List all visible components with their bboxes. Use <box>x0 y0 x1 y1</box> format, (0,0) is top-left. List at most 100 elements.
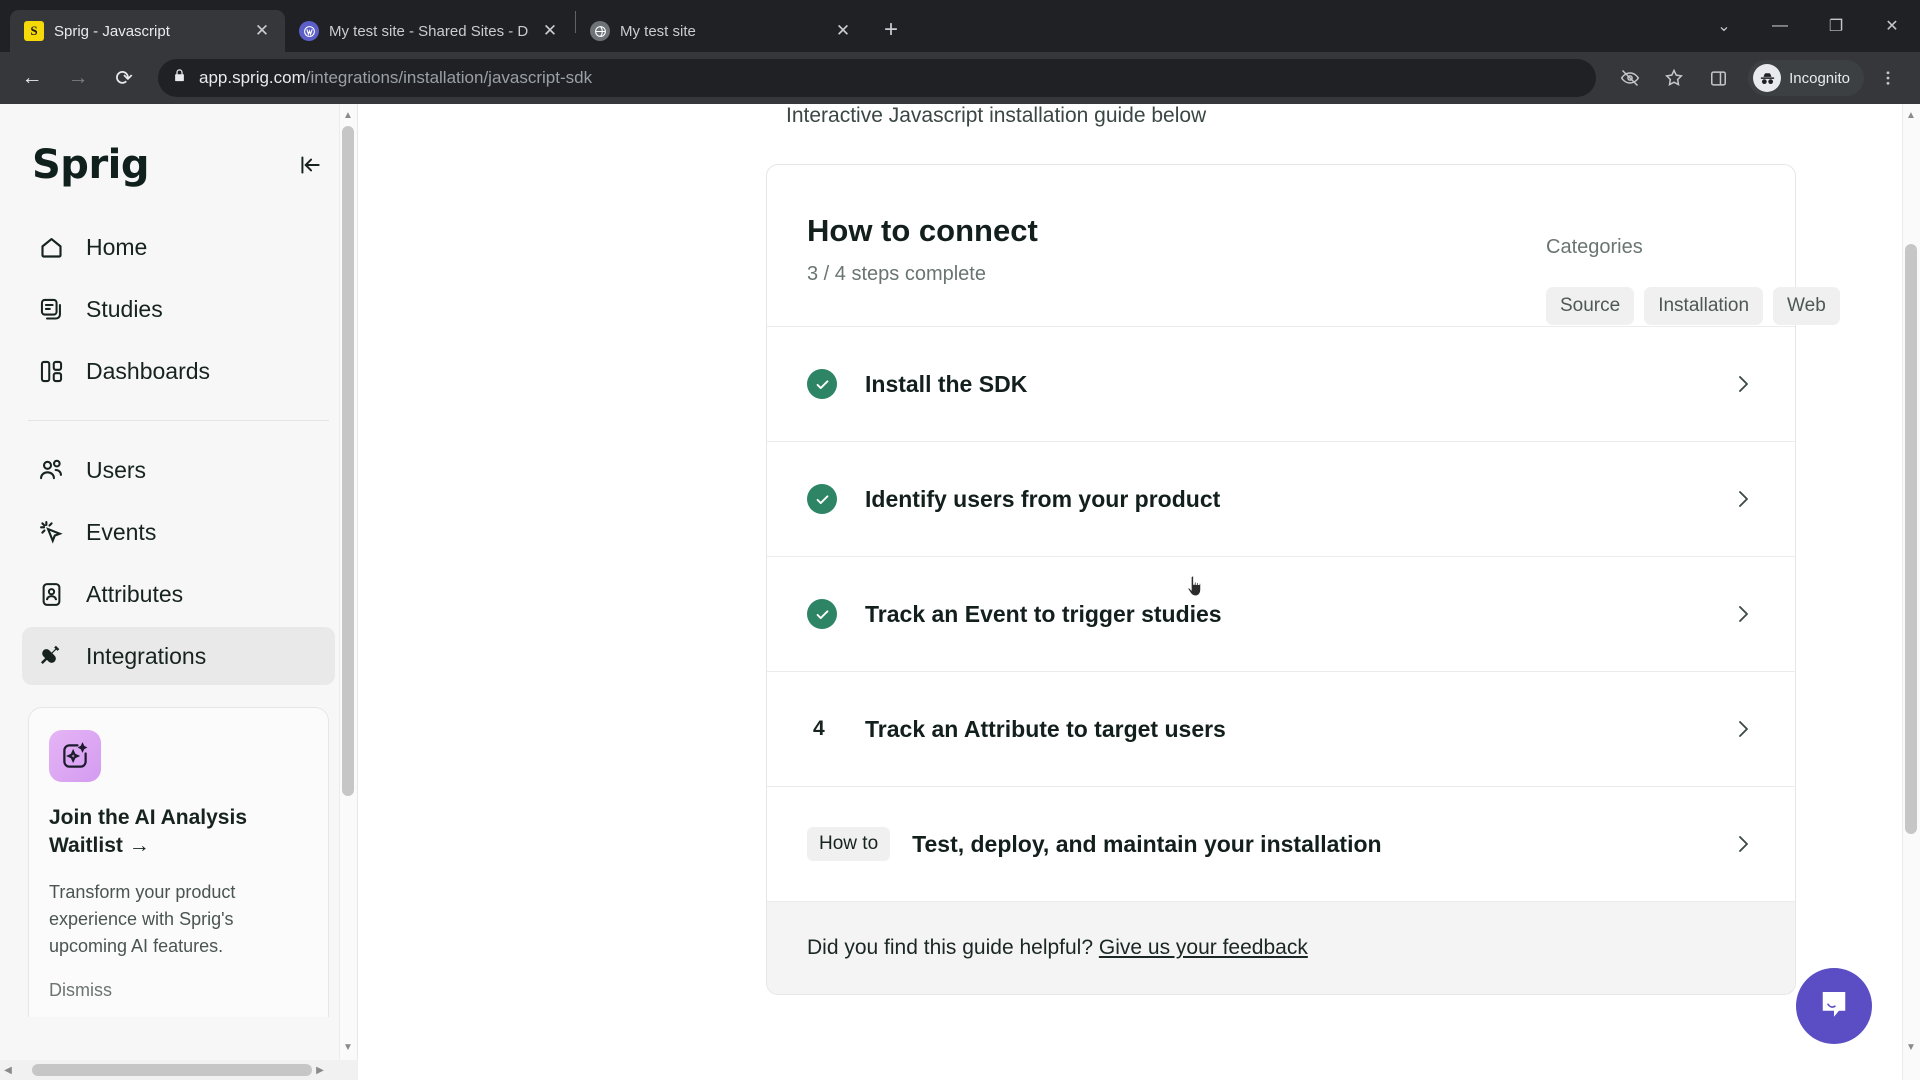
page-scroll-thumb[interactable] <box>1905 244 1917 834</box>
sidebar-item-integrations[interactable]: Integrations <box>22 627 335 685</box>
promo-title[interactable]: Join the AI Analysis Waitlist → <box>49 804 308 861</box>
page-vertical-scrollbar[interactable]: ▲ ▼ <box>1902 104 1920 1080</box>
sidebar-item-users[interactable]: Users <box>22 441 335 499</box>
tab-title: My test site - Shared Sites - Dash <box>329 22 529 40</box>
category-tag-installation[interactable]: Installation <box>1644 287 1764 325</box>
promo-body: Transform your product experience with S… <box>49 881 236 956</box>
sprig-favicon: S <box>24 21 44 41</box>
step-row-track-event[interactable]: Track an Event to trigger studies <box>767 557 1795 672</box>
check-circle-icon <box>807 599 837 629</box>
scroll-up-icon[interactable]: ▲ <box>341 108 355 122</box>
scroll-left-icon[interactable]: ◀ <box>0 1065 16 1076</box>
profile-label: Incognito <box>1789 69 1850 87</box>
step-label: Test, deploy, and maintain your installa… <box>912 830 1382 857</box>
events-cursor-icon <box>36 517 66 547</box>
chevron-right-icon[interactable] <box>1725 487 1755 511</box>
step-marker <box>807 484 865 514</box>
step-row-identify-users[interactable]: Identify users from your product <box>767 442 1795 557</box>
maximize-icon[interactable]: ❐ <box>1808 0 1864 52</box>
promo-dismiss-link[interactable]: Dismiss <box>49 980 308 1001</box>
back-icon[interactable]: ← <box>12 58 52 98</box>
sidebar-item-label: Dashboards <box>86 357 211 384</box>
step-row-install-sdk[interactable]: Install the SDK <box>767 327 1795 442</box>
wordpress-favicon <box>299 21 319 41</box>
minimize-icon[interactable]: — <box>1752 0 1808 52</box>
sidebar-scroll-area: Sprig Home Studies Dashboards Users Even… <box>0 104 357 1080</box>
sidebar-item-events[interactable]: Events <box>22 503 335 561</box>
sidebar-horizontal-scrollbar[interactable]: ◀ ▶ <box>0 1060 358 1080</box>
sidebar-item-home[interactable]: Home <box>22 218 335 276</box>
step-row-test-deploy-maintain[interactable]: How to Test, deploy, and maintain your i… <box>767 787 1795 902</box>
sidebar-item-label: Events <box>86 518 157 545</box>
page-scroll-up-icon[interactable]: ▲ <box>1904 108 1918 122</box>
sidebar-item-label: Attributes <box>86 580 184 607</box>
tab-close-icon[interactable]: ✕ <box>251 20 273 42</box>
categories-tag-row: Source Installation Web <box>1546 287 1876 325</box>
sidebar-item-label: Home <box>86 233 148 260</box>
eye-slash-icon[interactable] <box>1610 58 1650 98</box>
step-marker <box>807 369 865 399</box>
check-circle-icon <box>807 484 837 514</box>
feedback-question: Did you find this guide helpful? <box>807 936 1094 959</box>
forward-icon[interactable]: → <box>58 58 98 98</box>
new-tab-button[interactable]: + <box>874 13 908 47</box>
star-icon[interactable] <box>1654 58 1694 98</box>
tab-close-icon[interactable]: ✕ <box>539 20 561 42</box>
feedback-link[interactable]: Give us your feedback <box>1099 936 1308 959</box>
close-window-icon[interactable]: ✕ <box>1864 0 1920 52</box>
sidebar-vertical-scrollbar[interactable]: ▲ ▼ <box>339 104 357 1080</box>
sidebar-primary-nav: Home Studies Dashboards <box>22 218 335 400</box>
sidebar-item-attributes[interactable]: Attributes <box>22 565 335 623</box>
sidebar-item-studies[interactable]: Studies <box>22 280 335 338</box>
browser-tab-test-site-dashboard[interactable]: My test site - Shared Sites - Dash ✕ <box>285 10 575 52</box>
sprig-logo[interactable]: Sprig <box>32 142 150 188</box>
tab-close-icon[interactable]: ✕ <box>832 20 854 42</box>
reload-icon[interactable]: ⟳ <box>104 58 144 98</box>
chevron-right-icon[interactable] <box>1725 602 1755 626</box>
lock-icon <box>172 68 187 88</box>
feedback-footer: Did you find this guide helpful? Give us… <box>767 902 1795 994</box>
url-domain: app.sprig.com <box>199 68 306 87</box>
sidebar-brand-row: Sprig <box>22 104 335 218</box>
main-content: Interactive Javascript installation guid… <box>358 104 1920 1080</box>
category-tag-source[interactable]: Source <box>1546 287 1635 325</box>
step-row-track-attribute[interactable]: 4 Track an Attribute to target users <box>767 672 1795 787</box>
home-icon <box>36 232 66 262</box>
omnibox-actions: Incognito <box>1610 58 1908 98</box>
scroll-down-icon[interactable]: ▼ <box>341 1040 355 1054</box>
address-bar[interactable]: app.sprig.com/integrations/installation/… <box>158 59 1597 97</box>
tab-strip: S Sprig - Javascript ✕ My test site - Sh… <box>0 0 1920 52</box>
page-scroll-down-icon[interactable]: ▼ <box>1904 1040 1918 1054</box>
incognito-icon <box>1753 64 1782 92</box>
search-tabs-icon[interactable]: ⌄ <box>1696 0 1752 52</box>
chat-bubble-icon <box>1816 986 1852 1027</box>
categories-panel: Categories Source Installation Web <box>1546 236 1876 325</box>
category-tag-web[interactable]: Web <box>1773 287 1840 325</box>
sidebar-scroll-thumb[interactable] <box>342 126 354 796</box>
step-label: Identify users from your product <box>865 485 1221 512</box>
tab-title: My test site <box>620 22 696 40</box>
browser-tab-sprig[interactable]: S Sprig - Javascript ✕ <box>10 10 285 52</box>
profile-incognito-button[interactable]: Incognito <box>1748 60 1864 96</box>
scroll-right-icon[interactable]: ▶ <box>312 1065 328 1076</box>
collapse-panel-icon[interactable] <box>293 148 327 182</box>
attributes-id-icon <box>36 579 66 609</box>
users-icon <box>36 455 66 485</box>
sidebar-item-dashboards[interactable]: Dashboards <box>22 342 335 400</box>
kebab-menu-icon[interactable] <box>1868 58 1908 98</box>
chevron-right-icon[interactable] <box>1725 372 1755 396</box>
sidebar-hscroll-thumb[interactable] <box>32 1064 312 1076</box>
ai-waitlist-promo-card: Join the AI Analysis Waitlist → Transfor… <box>28 707 329 1017</box>
step-label: Track an Attribute to target users <box>865 715 1226 742</box>
browser-window: S Sprig - Javascript ✕ My test site - Sh… <box>0 0 1920 1080</box>
chevron-right-icon[interactable] <box>1725 717 1755 741</box>
browser-tab-test-site[interactable]: My test site ✕ <box>576 10 866 52</box>
window-controls: ⌄ — ❐ ✕ <box>1696 0 1920 52</box>
ai-sparkle-icon <box>49 730 101 782</box>
side-panel-icon[interactable] <box>1698 58 1738 98</box>
chevron-right-icon[interactable] <box>1725 832 1755 856</box>
chat-launcher-button[interactable] <box>1796 968 1872 1044</box>
studies-icon <box>36 294 66 324</box>
app-sidebar: Sprig Home Studies Dashboards Users Even… <box>0 104 358 1080</box>
dashboards-icon <box>36 356 66 386</box>
